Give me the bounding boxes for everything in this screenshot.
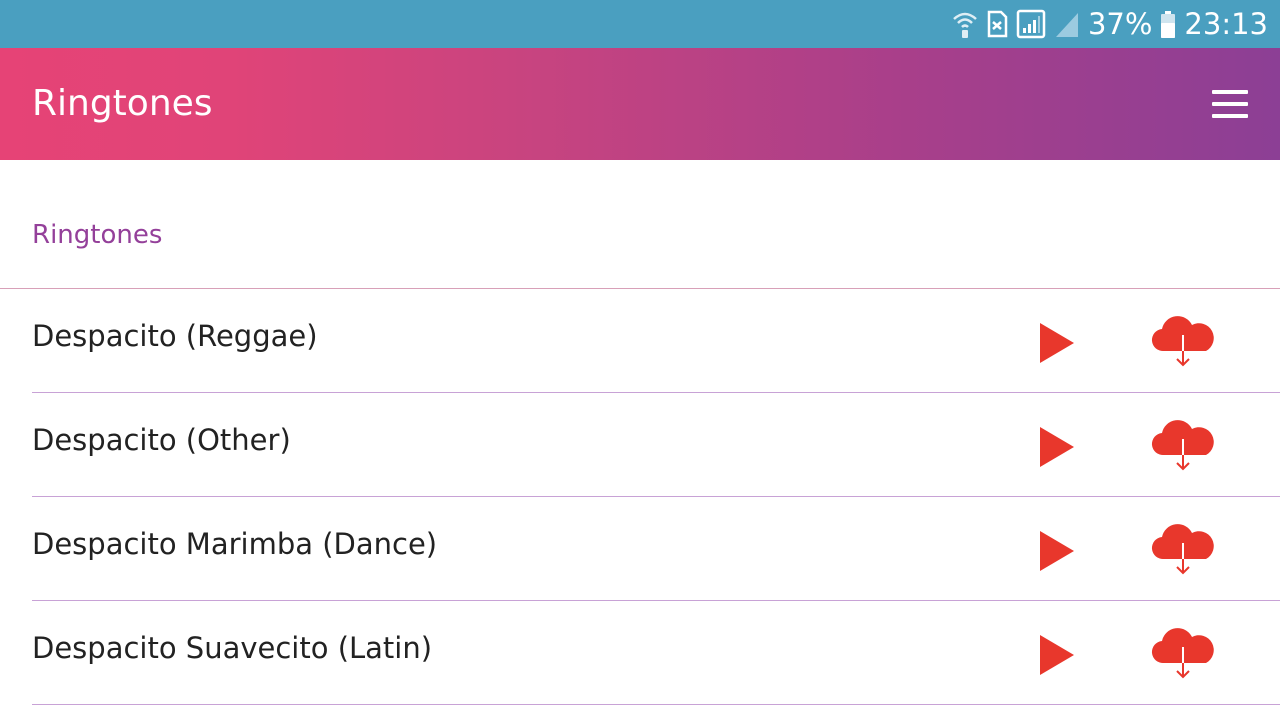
list-item[interactable]: Despacito (Other) <box>32 393 1280 497</box>
list-item[interactable]: Despacito (Reggae) <box>32 289 1280 393</box>
hamburger-menu-icon[interactable] <box>1206 86 1250 122</box>
ringtone-title: Despacito (Other) <box>32 423 291 457</box>
list-item[interactable]: Despacito Marimba (Dance) <box>32 497 1280 601</box>
clock: 23:13 <box>1184 7 1268 41</box>
battery-percent: 37% <box>1087 7 1153 41</box>
play-icon[interactable] <box>1032 527 1080 575</box>
sim-card-icon <box>986 9 1008 39</box>
list-item[interactable]: Despacito Suavecito (Latin) <box>32 601 1280 705</box>
signal-empty-icon <box>1054 9 1080 39</box>
app-bar: Ringtones <box>0 48 1280 160</box>
signal-icon <box>1016 9 1046 39</box>
play-icon[interactable] <box>1032 423 1080 471</box>
ringtone-title: Despacito Marimba (Dance) <box>32 527 438 561</box>
cloud-download-icon[interactable] <box>1150 625 1216 683</box>
play-icon[interactable] <box>1032 319 1080 367</box>
section-title: Ringtones <box>32 220 163 250</box>
ringtone-list: Despacito (Reggae) Despacito (Other) Des… <box>0 289 1280 705</box>
section-header: Ringtones <box>0 160 1280 289</box>
status-icons: 37% 23:13 <box>952 0 1268 48</box>
wifi-calling-icon <box>952 9 978 39</box>
play-icon[interactable] <box>1032 631 1080 679</box>
status-bar: 37% 23:13 <box>0 0 1280 48</box>
cloud-download-icon[interactable] <box>1150 313 1216 371</box>
app-title: Ringtones <box>32 83 213 124</box>
ringtone-title: Despacito Suavecito (Latin) <box>32 631 433 665</box>
ringtone-title: Despacito (Reggae) <box>32 319 318 353</box>
cloud-download-icon[interactable] <box>1150 417 1216 475</box>
cloud-download-icon[interactable] <box>1150 521 1216 579</box>
battery-icon <box>1160 9 1176 39</box>
